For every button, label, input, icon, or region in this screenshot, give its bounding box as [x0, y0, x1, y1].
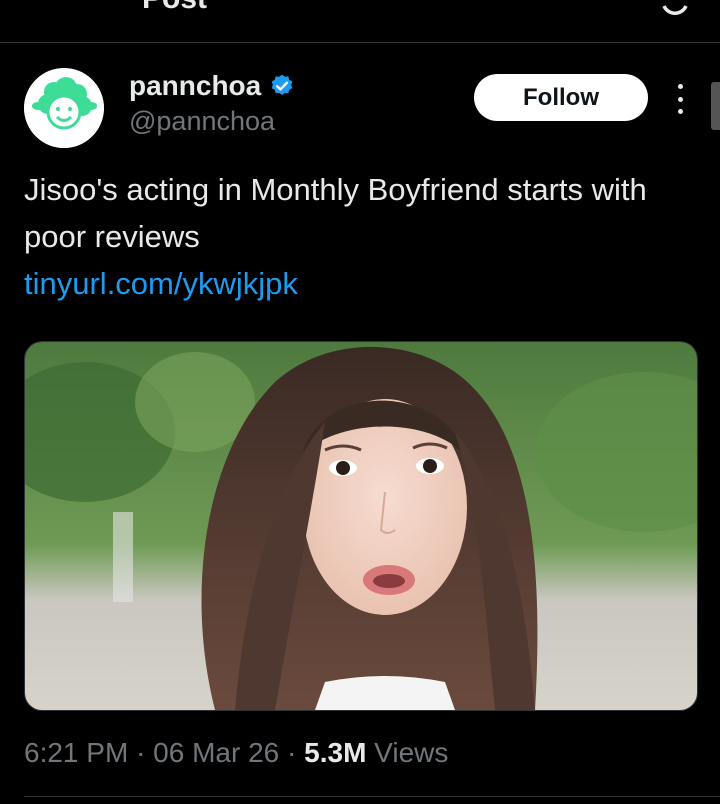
refresh-icon[interactable] — [658, 0, 692, 20]
views-label: Views — [374, 737, 449, 768]
tweet-text: Jisoo's acting in Monthly Boyfriend star… — [24, 172, 647, 254]
tweet-time[interactable]: 6:21 PM — [24, 737, 128, 768]
scrollbar[interactable] — [711, 82, 720, 130]
meta-separator: · — [136, 737, 146, 768]
follow-button[interactable]: Follow — [474, 74, 648, 121]
tweet-meta: 6:21 PM · 06 Mar 26 · 5.3M Views — [24, 737, 448, 769]
avatar[interactable] — [24, 68, 104, 148]
meta-separator: · — [287, 737, 297, 768]
tweet-date[interactable]: 06 Mar 26 — [153, 737, 279, 768]
sheep-logo-icon — [24, 68, 104, 148]
tweet-image[interactable] — [24, 341, 698, 711]
page-title: Post — [142, 0, 207, 16]
author-handle[interactable]: @pannchoa — [129, 106, 275, 137]
more-options-icon[interactable] — [666, 84, 694, 114]
divider — [24, 796, 720, 797]
author-name-row[interactable]: pannchoa — [129, 70, 295, 102]
views-count[interactable]: 5.3M — [304, 737, 366, 768]
tweet-link[interactable]: tinyurl.com/ykwjkjpk — [24, 260, 704, 307]
verified-badge-icon — [271, 74, 293, 95]
tweet-body: Jisoo's acting in Monthly Boyfriend star… — [24, 166, 704, 307]
photo-image — [25, 342, 697, 710]
top-bar: Post — [0, 0, 720, 43]
author-display-name[interactable]: pannchoa — [129, 70, 261, 102]
